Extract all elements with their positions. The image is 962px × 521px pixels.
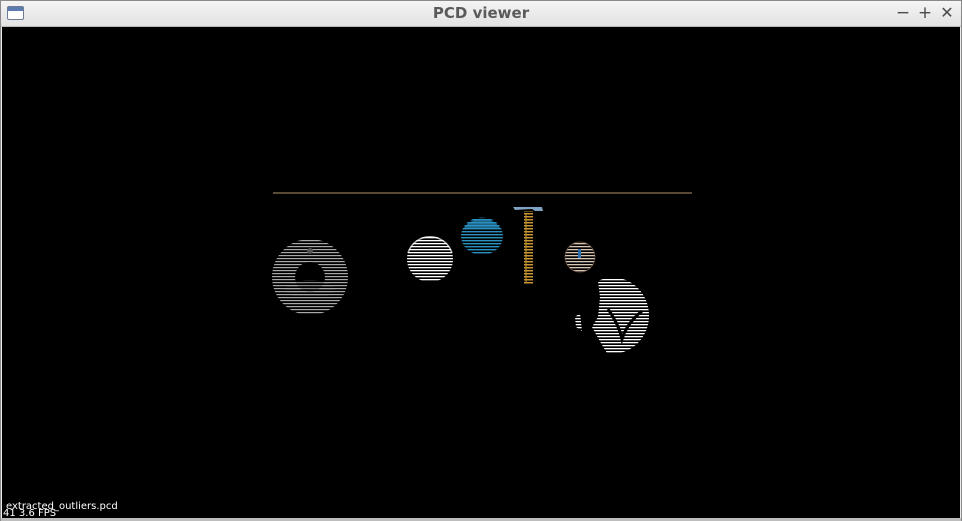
window-title: PCD viewer (432, 4, 530, 22)
white-sphere-object (407, 236, 453, 282)
small-sphere-object (564, 241, 596, 273)
minimize-button[interactable]: − (892, 2, 914, 24)
fps-counter: 41 3.6 FPS (3, 508, 57, 518)
maximize-button[interactable]: + (914, 2, 936, 24)
white-partial-sphere-object (575, 277, 650, 354)
point-cloud-viewport[interactable]: extracted_outliers.pcd 41 3.6 FPS (2, 27, 960, 518)
gray-ring-object (272, 239, 348, 315)
pcd-viewer-window: PCD viewer − + ✕ extracted_outliers.pcd … (0, 0, 962, 521)
point-cloud-render (272, 192, 692, 354)
close-button[interactable]: ✕ (936, 2, 958, 24)
blue-sphere-object (461, 217, 503, 255)
hammer-object (513, 207, 543, 285)
title-bar[interactable]: PCD viewer − + ✕ (1, 1, 961, 27)
